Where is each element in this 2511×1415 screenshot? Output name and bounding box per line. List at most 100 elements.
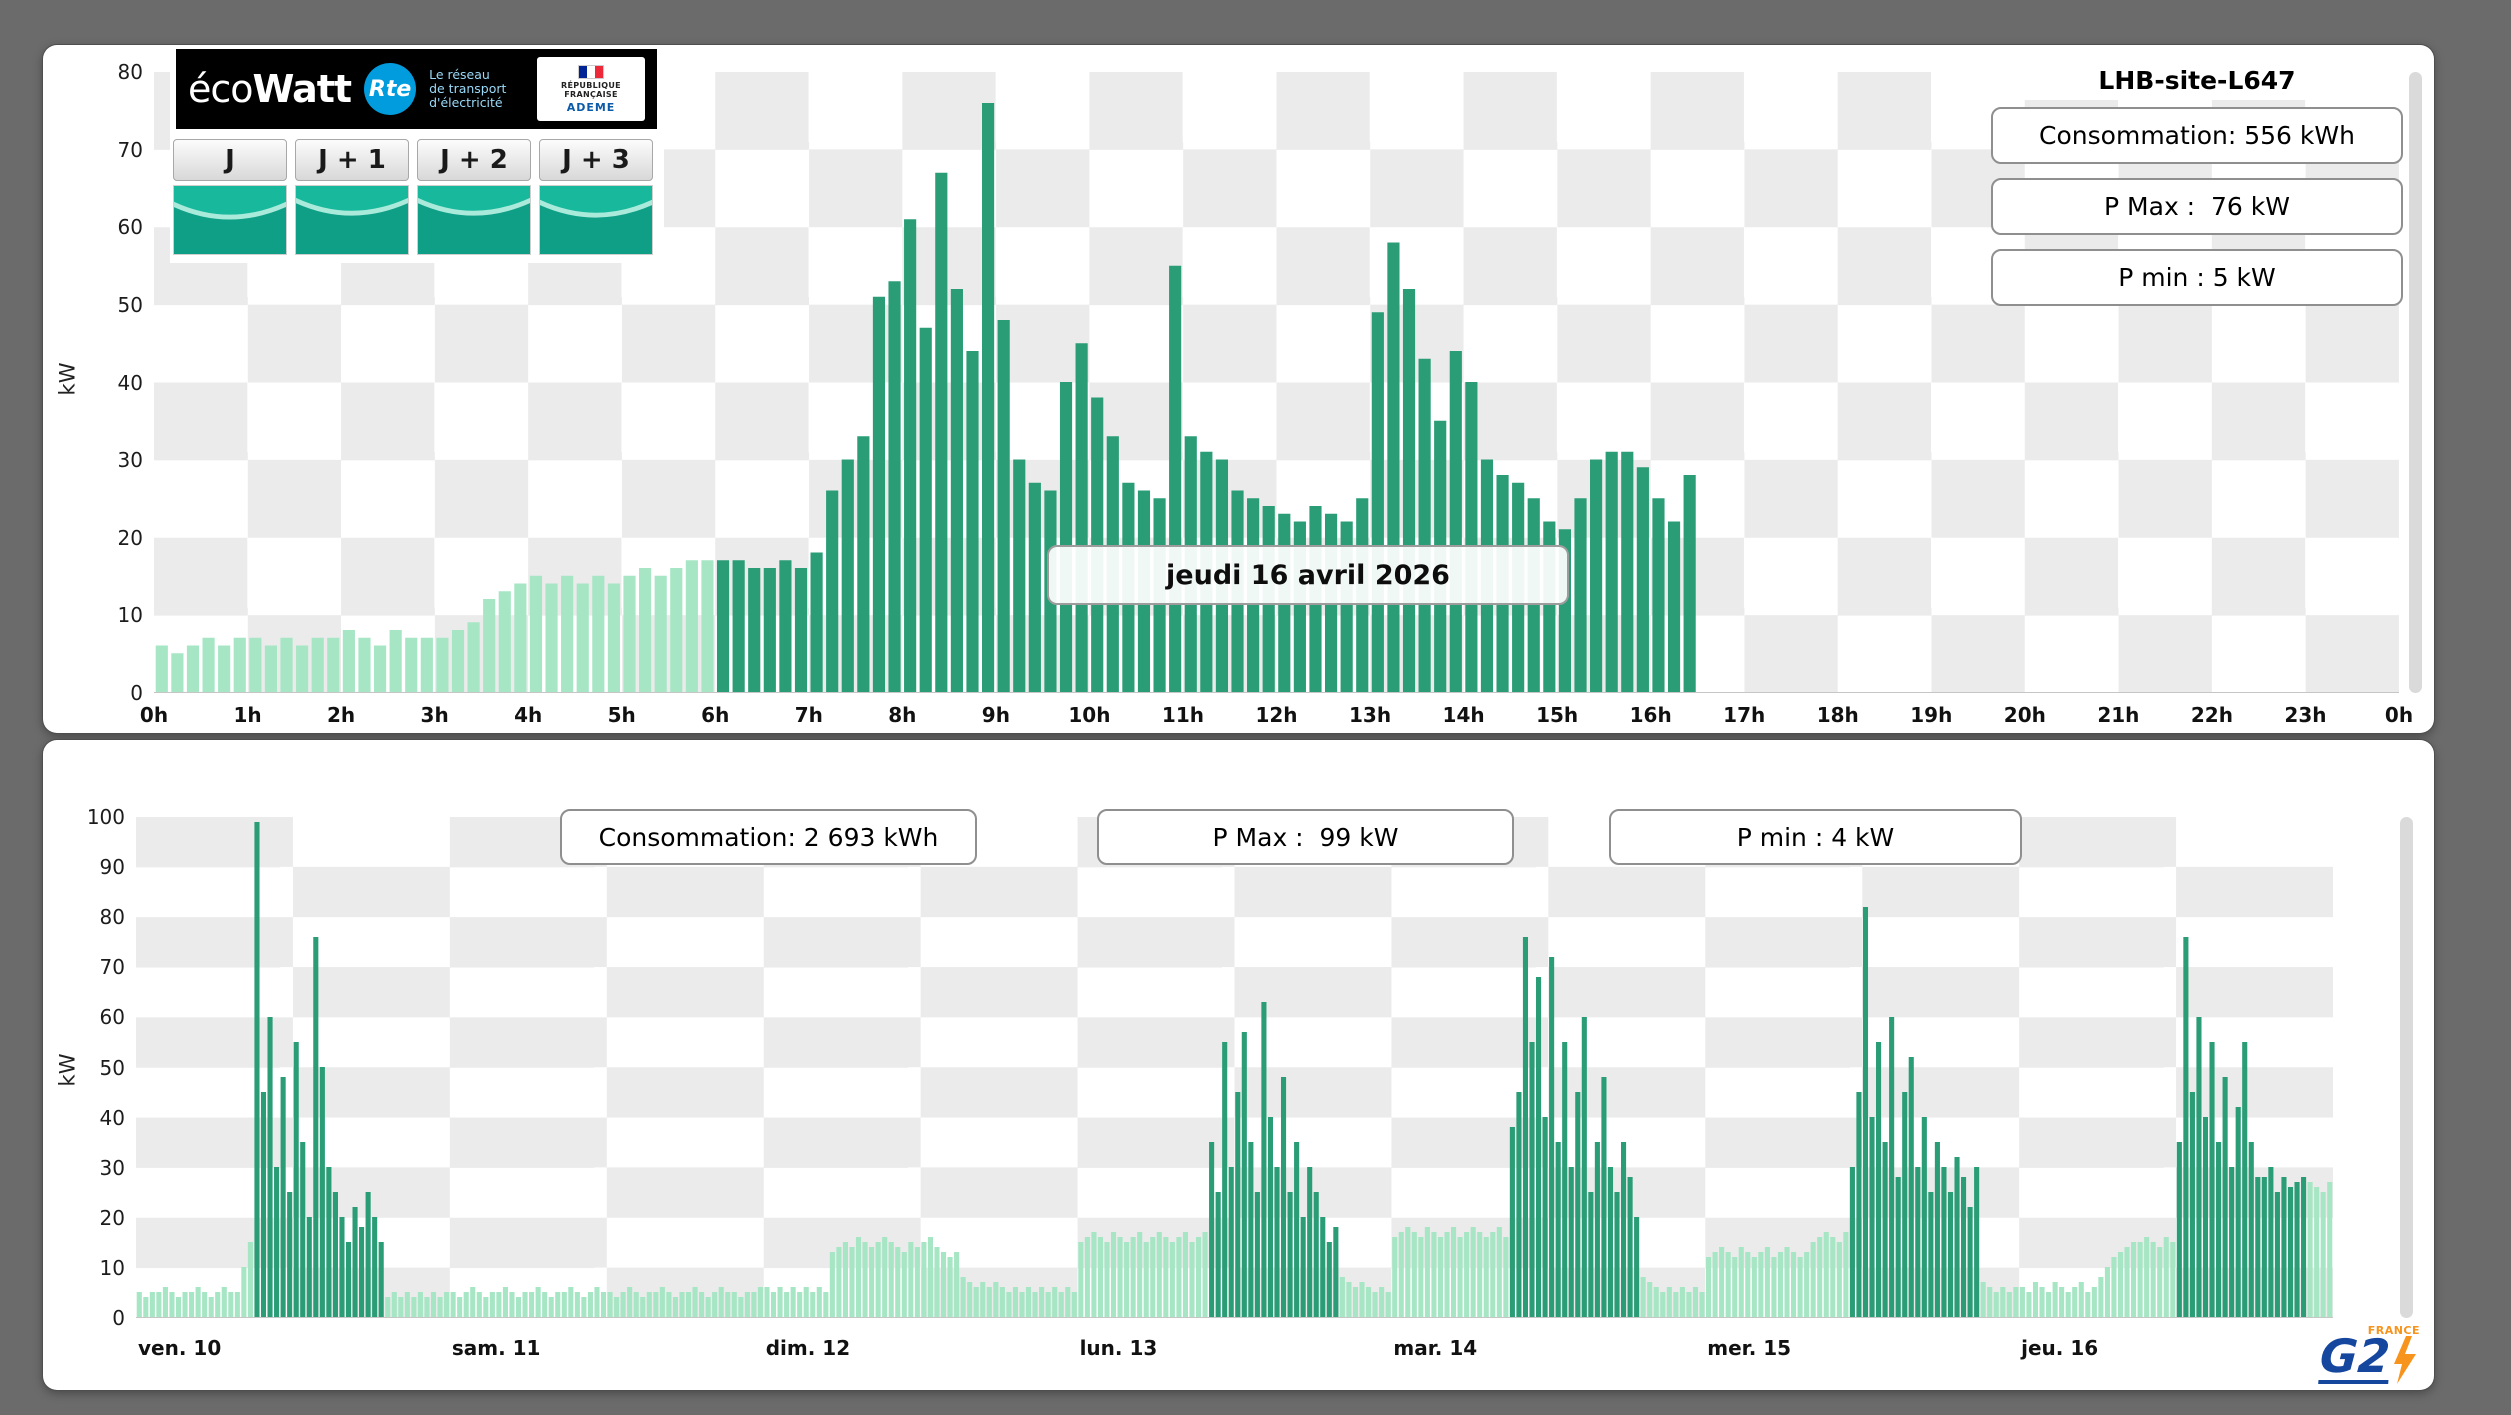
bar <box>1359 1282 1365 1317</box>
daily-consumption-stat: Consommation: 556 kWh <box>1991 107 2403 164</box>
bar <box>872 296 886 692</box>
g2e-logo: G2 FRANCE <box>2318 1324 2419 1384</box>
x-tick-label: 3h <box>420 703 449 727</box>
bar <box>1169 265 1182 692</box>
bar <box>921 1242 927 1317</box>
bar <box>385 1297 391 1317</box>
bar <box>1465 382 1478 692</box>
bar <box>1012 1287 1018 1317</box>
bar <box>1862 907 1869 1317</box>
bar <box>716 560 730 692</box>
bar <box>986 1287 992 1317</box>
bar <box>2242 1042 2248 1317</box>
bar <box>2255 1177 2261 1317</box>
bar <box>763 568 776 692</box>
bar <box>378 1242 384 1317</box>
bar <box>1660 1292 1666 1317</box>
tab-day-j1[interactable]: J + 1 <box>295 139 409 255</box>
bar <box>1549 957 1555 1317</box>
bar <box>411 1297 417 1317</box>
bar <box>934 1247 940 1317</box>
bar <box>143 1297 149 1317</box>
bar <box>1771 1257 1777 1317</box>
weekly-chart-bars <box>136 822 2333 1317</box>
ecowatt-forecast-tile <box>173 185 287 255</box>
bar <box>751 1292 757 1317</box>
bar <box>2026 1292 2032 1317</box>
bar <box>685 560 698 692</box>
bar <box>502 1287 508 1317</box>
bar <box>1967 1207 1973 1317</box>
bar <box>2229 1167 2235 1317</box>
bar <box>1751 1257 1757 1317</box>
x-tick-label: mar. 14 <box>1393 1336 1478 1360</box>
bar <box>1797 1257 1803 1317</box>
bar <box>633 1292 639 1317</box>
ecowatt-forecast-tile-graphic <box>174 186 286 254</box>
x-tick-label: lun. 13 <box>1079 1336 1158 1360</box>
bar <box>182 1292 188 1317</box>
bar <box>1725 1252 1731 1317</box>
bar <box>1294 1142 1300 1317</box>
bar <box>156 1292 162 1317</box>
x-tick-label: 8h <box>888 703 917 727</box>
bar <box>587 1292 593 1317</box>
bar <box>2091 1287 2097 1317</box>
republique-line: FRANÇAISE <box>564 89 618 99</box>
tab-day-j[interactable]: J <box>173 139 287 255</box>
bar <box>1509 1127 1515 1317</box>
daily-chart-scrollbar[interactable] <box>2409 72 2422 693</box>
bar <box>888 281 901 692</box>
bar <box>306 1217 312 1317</box>
bar <box>1104 1242 1110 1317</box>
bar <box>1921 1117 1927 1317</box>
bar <box>1686 1292 1692 1317</box>
bar <box>2032 1282 2039 1317</box>
bar <box>1601 1077 1607 1317</box>
bar <box>1575 1092 1581 1317</box>
bar <box>514 583 527 692</box>
weekly-pmax-stat: P Max : 99 kW <box>1097 809 1514 865</box>
rte-tagline-line: d'électricité <box>429 95 503 110</box>
x-tick-label: 7h <box>794 703 823 727</box>
tab-day-j3[interactable]: J + 3 <box>539 139 653 255</box>
bar <box>1451 1227 1457 1317</box>
bar <box>600 1292 607 1317</box>
bar <box>1176 1237 1182 1317</box>
weekly-chart-scrollbar[interactable] <box>2400 817 2413 1318</box>
tab-day-j2[interactable]: J + 2 <box>417 139 531 255</box>
bar <box>2301 1177 2307 1317</box>
bar <box>849 1247 855 1317</box>
y-tick-label: 40 <box>99 1105 125 1130</box>
bar <box>195 1287 201 1317</box>
daily-chart-y-axis-label: kW <box>55 362 80 396</box>
x-tick-label: ven. 10 <box>138 1336 222 1360</box>
bar <box>467 622 480 692</box>
bar <box>842 1242 848 1317</box>
bar <box>810 552 823 692</box>
bar <box>287 1192 293 1317</box>
bar <box>779 560 792 692</box>
bar <box>1078 1242 1084 1317</box>
bar <box>1869 1117 1875 1317</box>
bar <box>1666 1287 1672 1317</box>
x-tick-label: 21h <box>2097 703 2140 727</box>
bar <box>1431 1232 1437 1317</box>
bar <box>451 630 465 692</box>
bar <box>973 1287 979 1317</box>
daily-chart-y-axis: 0 10 20 30 40 50 60 70 80 <box>71 60 143 705</box>
bar <box>2189 1092 2195 1317</box>
bar <box>1371 312 1384 692</box>
bar <box>202 637 215 692</box>
bar <box>672 1297 678 1317</box>
bar <box>249 637 262 692</box>
bar <box>241 1267 247 1317</box>
bar <box>627 1287 633 1317</box>
bar <box>1346 1282 1352 1317</box>
bar <box>2222 1077 2228 1317</box>
bar <box>509 1292 515 1317</box>
bar <box>816 1287 822 1317</box>
bar <box>186 645 200 692</box>
bar <box>2163 1237 2169 1317</box>
bar <box>2039 1287 2045 1317</box>
